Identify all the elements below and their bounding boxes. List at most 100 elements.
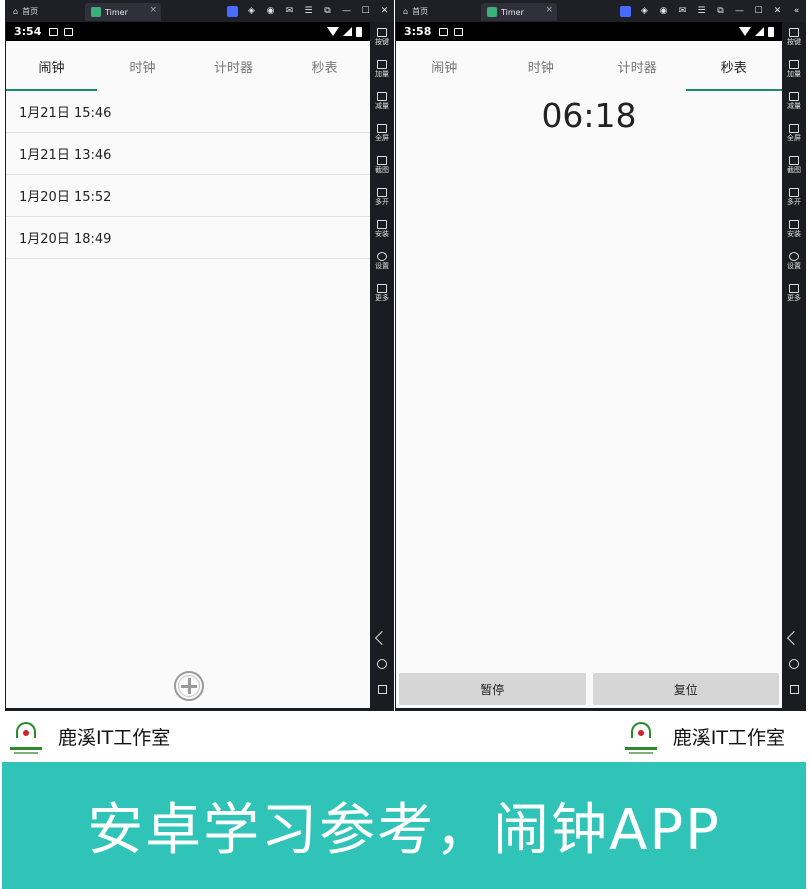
restore-icon[interactable]: ⧉	[322, 6, 333, 17]
sidebar-label: 加量	[787, 70, 801, 78]
list-item[interactable]: 1月20日 18:49	[6, 217, 370, 259]
tab-alarm[interactable]: 闹钟	[396, 41, 493, 91]
sidebar-item-volume-up[interactable]: 加量	[370, 60, 394, 78]
list-item[interactable]: 1月21日 13:46	[6, 133, 370, 175]
collapse-sidebar-icon[interactable]: «	[791, 6, 802, 17]
sidebar-item-more[interactable]: 更多	[782, 284, 806, 302]
tab-stopwatch[interactable]: 秒表	[685, 41, 783, 91]
tab-bar: 闹钟 时钟 计时器 秒表	[396, 41, 782, 91]
app-tab-timer[interactable]: Timer ×	[481, 3, 557, 21]
minimize-icon[interactable]: —	[341, 6, 352, 17]
sidebar-item-keys[interactable]: 按键	[370, 28, 394, 46]
restore-icon[interactable]: ⧉	[715, 6, 726, 17]
window-controls: ◈ ◉ ✉ ☰ ⧉ — ☐ ✕ «	[620, 3, 802, 19]
alarm-list: 1月21日 15:46 1月21日 13:46 1月20日 15:52 1月20…	[6, 91, 370, 708]
plus-icon-vertical	[187, 678, 191, 694]
nav-home-button[interactable]	[788, 658, 800, 670]
menu-icon[interactable]: ☰	[303, 6, 314, 17]
deer-logo-icon	[10, 720, 42, 754]
pause-button[interactable]: 暂停	[399, 673, 586, 705]
close-window-icon[interactable]: ✕	[379, 6, 390, 17]
notification-icon	[49, 27, 59, 36]
settings-icon	[789, 252, 799, 261]
brand-icon[interactable]	[620, 5, 631, 17]
home-icon: ⌂	[403, 6, 409, 16]
status-time: 3:58	[404, 25, 432, 38]
sidebar-item-settings[interactable]: 设置	[370, 252, 394, 270]
more-icon	[377, 284, 387, 293]
home-circle-icon	[377, 659, 387, 669]
user-icon[interactable]: ◉	[265, 6, 276, 17]
tab-clock[interactable]: 时钟	[493, 41, 590, 91]
reset-button[interactable]: 复位	[592, 673, 779, 705]
status-bar: 3:54	[6, 22, 370, 41]
nav-home-button[interactable]	[376, 658, 388, 670]
nav-back-button[interactable]	[374, 630, 390, 646]
window-controls: ◈ ◉ ✉ ☰ ⧉ — ☐ ✕	[227, 3, 390, 19]
gamepad-icon[interactable]: ◈	[639, 6, 650, 17]
nav-recent-button[interactable]	[788, 683, 800, 695]
close-tab-icon[interactable]: ×	[545, 5, 553, 15]
android-screen: 3:58 闹钟 时钟 计时器 秒表 06:18 暂停 复位	[396, 22, 782, 708]
emulator-sidebar: 按键 加量 减量 全屏 截图 多开 安装 设置 更多	[782, 22, 806, 711]
sidebar-label: 更多	[787, 294, 801, 302]
sidebar-item-keys[interactable]: 按键	[782, 28, 806, 46]
title-banner: 安卓学习参考，闹钟APP	[2, 762, 806, 889]
tab-clock[interactable]: 时钟	[97, 41, 188, 91]
status-time: 3:54	[14, 25, 42, 38]
tab-stopwatch[interactable]: 秒表	[279, 41, 370, 91]
recent-apps-icon	[377, 684, 387, 694]
nav-recent-button[interactable]	[376, 683, 388, 695]
sidebar-item-more[interactable]: 更多	[370, 284, 394, 302]
sidebar-label: 全屏	[375, 134, 389, 142]
sidebar-label: 截图	[375, 166, 389, 174]
app-tab-label: Timer	[105, 7, 128, 17]
tab-timer[interactable]: 计时器	[589, 41, 686, 91]
sidebar-item-volume-down[interactable]: 减量	[782, 92, 806, 110]
sidebar-label: 多开	[375, 198, 389, 206]
list-item[interactable]: 1月21日 15:46	[6, 91, 370, 133]
brand-icon[interactable]	[227, 5, 238, 17]
gamepad-icon[interactable]: ◈	[246, 6, 257, 17]
sidebar-item-fullscreen[interactable]: 全屏	[782, 124, 806, 142]
sidebar-item-multi[interactable]: 多开	[782, 188, 806, 206]
maximize-icon[interactable]: ☐	[753, 6, 764, 17]
sidebar-label: 设置	[787, 262, 801, 270]
sidebar-item-fullscreen[interactable]: 全屏	[370, 124, 394, 142]
sidebar-item-multi[interactable]: 多开	[370, 188, 394, 206]
minimize-icon[interactable]: —	[734, 6, 745, 17]
close-window-icon[interactable]: ✕	[772, 6, 783, 17]
sidebar-item-settings[interactable]: 设置	[782, 252, 806, 270]
fullscreen-icon	[789, 124, 799, 133]
sidebar-item-install[interactable]: 安装	[782, 220, 806, 238]
sidebar-item-volume-down[interactable]: 减量	[370, 92, 394, 110]
sidebar-item-screenshot[interactable]: 截图	[782, 156, 806, 174]
home-tab[interactable]: ⌂ 首页	[13, 4, 38, 18]
menu-icon[interactable]: ☰	[696, 6, 707, 17]
signal-icon	[755, 27, 764, 36]
sidebar-item-screenshot[interactable]: 截图	[370, 156, 394, 174]
list-item[interactable]: 1月20日 15:52	[6, 175, 370, 217]
stopwatch-controls: 暂停 复位	[399, 673, 779, 705]
add-alarm-button[interactable]	[174, 671, 204, 701]
wifi-icon	[739, 27, 751, 36]
tab-timer[interactable]: 计时器	[188, 41, 279, 91]
scissors-icon	[377, 156, 387, 165]
user-icon[interactable]: ◉	[658, 6, 669, 17]
sidebar-item-volume-up[interactable]: 加量	[782, 60, 806, 78]
mail-icon[interactable]: ✉	[284, 6, 295, 17]
status-bar: 3:58	[396, 22, 782, 41]
mail-icon[interactable]: ✉	[677, 6, 688, 17]
app-icon	[487, 7, 497, 17]
banner-title: 安卓学习参考，闹钟APP	[87, 798, 721, 863]
nav-back-button[interactable]	[786, 630, 802, 646]
sidebar-label: 设置	[375, 262, 389, 270]
tab-alarm[interactable]: 闹钟	[6, 41, 97, 91]
close-tab-icon[interactable]: ×	[149, 5, 157, 15]
stopwatch-panel: 06:18 暂停 复位	[396, 91, 782, 708]
app-tab-timer[interactable]: Timer ×	[85, 3, 161, 21]
maximize-icon[interactable]: ☐	[360, 6, 371, 17]
emulator-window-left: ⌂ 首页 Timer × ◈ ◉ ✉ ☰ ⧉ — ☐ ✕ 3:54 闹钟 时钟 …	[5, 0, 394, 711]
sidebar-item-install[interactable]: 安装	[370, 220, 394, 238]
home-tab[interactable]: ⌂ 首页	[403, 4, 428, 18]
